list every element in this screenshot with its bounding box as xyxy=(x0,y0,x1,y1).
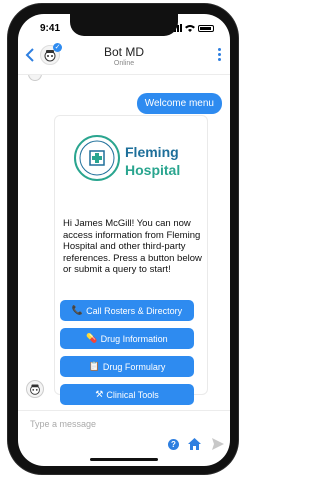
hospital-logo: Fleming Hospital xyxy=(73,134,193,188)
pill-icon: 💊 xyxy=(86,333,98,343)
logo-text-hospital: Hospital xyxy=(125,162,181,178)
call-rosters-button[interactable]: 📞 Call Rosters & Directory xyxy=(60,300,194,321)
status-time: 9:41 xyxy=(40,23,61,34)
clinical-tools-button[interactable]: ⚒ Clinical Tools xyxy=(60,384,194,405)
home-indicator xyxy=(90,458,158,461)
user-message-bubble: Welcome menu xyxy=(136,93,222,114)
clipboard-icon: 📋 xyxy=(88,361,100,371)
bot-avatar-message xyxy=(26,380,44,398)
screen: 9:41 ✓ Bot MD Online Welcome menu Flemin… xyxy=(18,14,230,466)
bot-menu-card: Fleming Hospital Hi James McGill! You ca… xyxy=(54,115,208,405)
logo-text-fleming: Fleming xyxy=(125,144,179,160)
chat-area[interactable]: Welcome menu Fleming Hospital Hi James M… xyxy=(18,75,230,410)
tools-icon: ⚒ xyxy=(95,389,104,399)
help-icon[interactable]: ? xyxy=(168,439,179,450)
battery-icon xyxy=(198,24,214,32)
phone-frame: 9:41 ✓ Bot MD Online Welcome menu Flemin… xyxy=(8,4,238,474)
clinical-tools-label: Clinical Tools xyxy=(106,389,159,400)
bot-status: Online xyxy=(113,60,135,67)
home-icon[interactable] xyxy=(188,438,201,450)
call-rosters-label: Call Rosters & Directory xyxy=(86,305,183,316)
drug-information-label: Drug Information xyxy=(100,333,168,344)
phone-icon: 📞 xyxy=(71,305,84,315)
drug-formulary-label: Drug Formulary xyxy=(102,361,166,372)
bot-name: Bot MD xyxy=(103,45,144,59)
robot-face-icon xyxy=(30,384,40,395)
bot-avatar-previous xyxy=(28,75,42,81)
notch xyxy=(70,14,178,36)
more-options-icon[interactable] xyxy=(218,48,222,62)
wifi-icon xyxy=(185,25,195,32)
drug-formulary-button[interactable]: 📋 Drug Formulary xyxy=(60,356,194,377)
intro-message: Hi James McGill! You can now access info… xyxy=(63,218,202,275)
send-icon[interactable] xyxy=(212,438,224,450)
hospital-seal-icon xyxy=(74,135,120,181)
message-input[interactable] xyxy=(30,417,210,431)
drug-information-button[interactable]: 💊 Drug Information xyxy=(60,328,194,349)
chat-header: ✓ Bot MD Online xyxy=(18,38,230,75)
